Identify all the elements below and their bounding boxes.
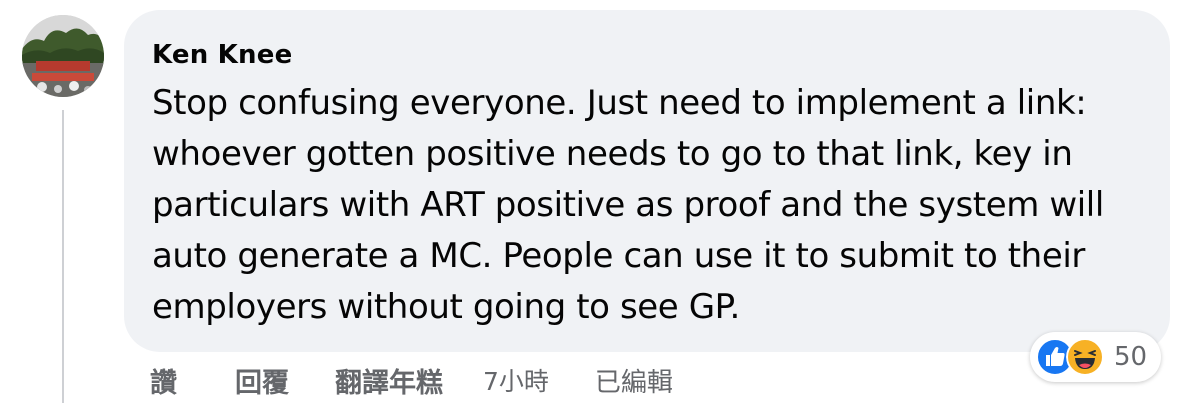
comment-text: Stop confusing everyone. Just need to im…	[152, 83, 1104, 327]
reaction-count: 50	[1114, 342, 1148, 372]
translate-button[interactable]: 翻譯年糕	[335, 361, 443, 400]
thread-line	[62, 110, 64, 403]
reply-button[interactable]: 回覆	[235, 361, 289, 400]
comment: Ken Knee Stop confusing everyone. Just n…	[0, 0, 1200, 403]
comment-author[interactable]: Ken Knee	[152, 40, 1140, 70]
comment-timestamp[interactable]: 7小時	[483, 362, 549, 398]
avatar[interactable]	[22, 15, 104, 97]
haha-icon	[1066, 338, 1104, 376]
comment-actions: 讚 回覆 翻譯年糕 7小時 已編輯	[150, 360, 673, 400]
comment-bubble: Ken Knee Stop confusing everyone. Just n…	[124, 10, 1170, 352]
like-button[interactable]: 讚	[150, 361, 177, 400]
profile-photo-icon	[22, 15, 104, 97]
edited-indicator[interactable]: 已編輯	[595, 362, 673, 399]
reactions-summary[interactable]: 50	[1030, 332, 1162, 382]
